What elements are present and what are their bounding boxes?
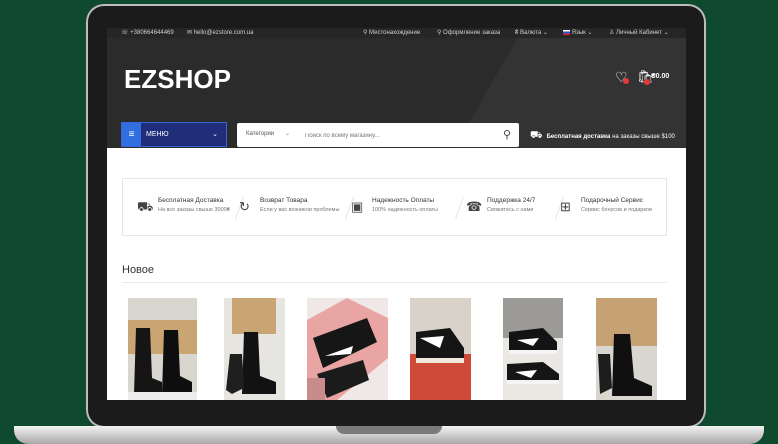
product-photo xyxy=(596,298,657,400)
support-icon: ☎ xyxy=(466,199,483,214)
feature-free-shipping: ⛟ Бесплатная Доставка На все заказы свыш… xyxy=(137,197,245,221)
feature-returns: ↻ Возврат Товара Если у вас возникли про… xyxy=(239,197,347,221)
site-logo[interactable]: EZSHOP xyxy=(124,64,231,95)
category-select[interactable]: Категории xyxy=(246,131,274,137)
truck-icon: ⛟ xyxy=(530,130,543,141)
cart-badge xyxy=(644,79,650,85)
product-photo xyxy=(503,298,563,400)
feature-title: Бесплатная Доставка xyxy=(158,197,224,204)
account-dropdown[interactable]: ♙ Личный Кабинет ⌄ xyxy=(609,29,669,36)
wishlist-badge xyxy=(623,78,629,84)
feature-title: Подарочный Сервис xyxy=(581,197,643,204)
menu-label: МЕНЮ xyxy=(146,131,169,138)
language-label: Язык ⌄ xyxy=(571,30,593,36)
product-photo xyxy=(307,298,388,400)
feature-subtitle: Свяжитесь с нами xyxy=(487,207,534,213)
chevron-down-icon: ⌄ xyxy=(285,131,291,137)
product-grid xyxy=(107,298,686,400)
product-photo xyxy=(224,298,285,400)
feature-subtitle: На все заказы свыше 3000₴ xyxy=(158,207,230,213)
chevron-down-icon: ⌄ xyxy=(212,131,218,138)
shipping-note-bold: Бесплатная доставка xyxy=(546,134,611,140)
product-photo xyxy=(410,298,471,400)
feature-title: Возврат Товара xyxy=(260,197,308,204)
feature-title: Поддержка 24/7 xyxy=(487,197,536,204)
background: ☏ +380664644469 ✉ hello@ezstore.com.ua ⚲… xyxy=(0,0,778,444)
feature-secure-payment: ▣ Надежность Оплаты 100% надежность опла… xyxy=(351,197,459,221)
language-dropdown[interactable]: Язык ⌄ xyxy=(563,29,592,36)
section-divider xyxy=(122,282,667,283)
product-image[interactable] xyxy=(596,298,657,400)
cart-total[interactable]: ₴0.00 xyxy=(651,73,669,80)
phone-link[interactable]: ☏ +380664644469 xyxy=(121,29,174,36)
product-image[interactable] xyxy=(410,298,471,400)
product-image[interactable] xyxy=(503,298,563,400)
feature-subtitle: Если у вас возникли проблемы xyxy=(260,207,340,213)
search-icon[interactable]: ⚲ xyxy=(503,128,511,141)
feature-subtitle: 100% надежность оплаты xyxy=(372,207,438,213)
shipping-note: ⛟ Бесплатная доставка на заказы свыше $10… xyxy=(530,130,675,143)
feature-subtitle: Сервис бонусов и подарков xyxy=(581,207,652,213)
search-input[interactable] xyxy=(303,127,487,145)
product-image[interactable] xyxy=(128,298,197,400)
search-bar: Категории ⌄ ⚲ xyxy=(237,123,519,147)
feature-title: Надежность Оплаты xyxy=(372,197,435,204)
menu-button[interactable]: ≡ МЕНЮ ⌄ xyxy=(121,122,227,147)
site-header: EZSHOP ♡ 🛍 ₴0.00 ≡ МЕНЮ ⌄ Категории ⌄ ⚲ … xyxy=(107,38,686,148)
product-photo xyxy=(128,298,197,400)
product-image[interactable] xyxy=(307,298,388,400)
currency-dropdown[interactable]: ₴ Валюта ⌄ xyxy=(515,29,548,36)
gift-icon: ⊞ xyxy=(560,199,571,214)
laptop-screen: ☏ +380664644469 ✉ hello@ezstore.com.ua ⚲… xyxy=(107,28,686,400)
hamburger-icon: ≡ xyxy=(122,123,141,146)
refresh-icon: ↻ xyxy=(239,199,250,214)
flag-icon xyxy=(563,29,570,35)
email-link[interactable]: ✉ hello@ezstore.com.ua xyxy=(187,29,253,36)
top-bar: ☏ +380664644469 ✉ hello@ezstore.com.ua ⚲… xyxy=(107,28,686,38)
section-title: Новое xyxy=(122,264,155,276)
location-link[interactable]: ⚲ Местонахождение xyxy=(363,29,420,36)
truck-icon: ⛟ xyxy=(137,199,154,214)
shipping-note-text: на заказы свыше $100 xyxy=(612,134,675,140)
features-strip: ⛟ Бесплатная Доставка На все заказы свыш… xyxy=(122,178,667,236)
laptop-notch xyxy=(336,426,442,434)
checkout-link[interactable]: ⚲ Оформление заказа xyxy=(437,29,500,36)
product-image[interactable] xyxy=(224,298,285,400)
secure-payment-icon: ▣ xyxy=(351,199,364,214)
feature-gift: ⊞ Подарочный Сервис Сервис бонусов и под… xyxy=(560,197,668,221)
